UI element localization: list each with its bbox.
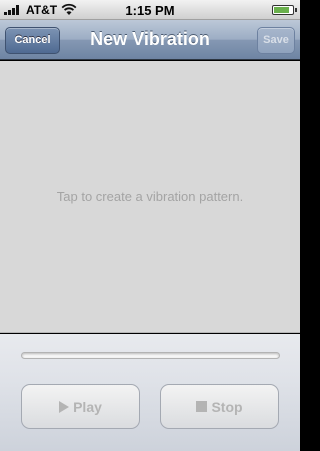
play-button[interactable]: Play xyxy=(21,384,140,429)
save-button[interactable]: Save xyxy=(257,27,295,54)
battery-icon xyxy=(272,5,297,15)
status-bar: AT&T 1:15 PM xyxy=(0,0,300,20)
stop-label: Stop xyxy=(211,398,243,415)
playback-progress-bar xyxy=(21,352,280,359)
play-icon xyxy=(59,400,70,413)
battery-level xyxy=(274,7,290,13)
vibration-pattern-canvas[interactable]: Tap to create a vibration pattern. xyxy=(0,61,300,333)
page-title: New Vibration xyxy=(90,29,210,49)
stop-button[interactable]: Stop xyxy=(160,384,279,429)
navigation-bar: Cancel New Vibration Save xyxy=(0,20,300,60)
stop-icon xyxy=(196,401,208,412)
play-label: Play xyxy=(73,398,102,415)
clock: 1:15 PM xyxy=(125,3,175,18)
playback-controls: Play Stop xyxy=(0,334,300,451)
canvas-hint: Tap to create a vibration pattern. xyxy=(56,189,244,204)
